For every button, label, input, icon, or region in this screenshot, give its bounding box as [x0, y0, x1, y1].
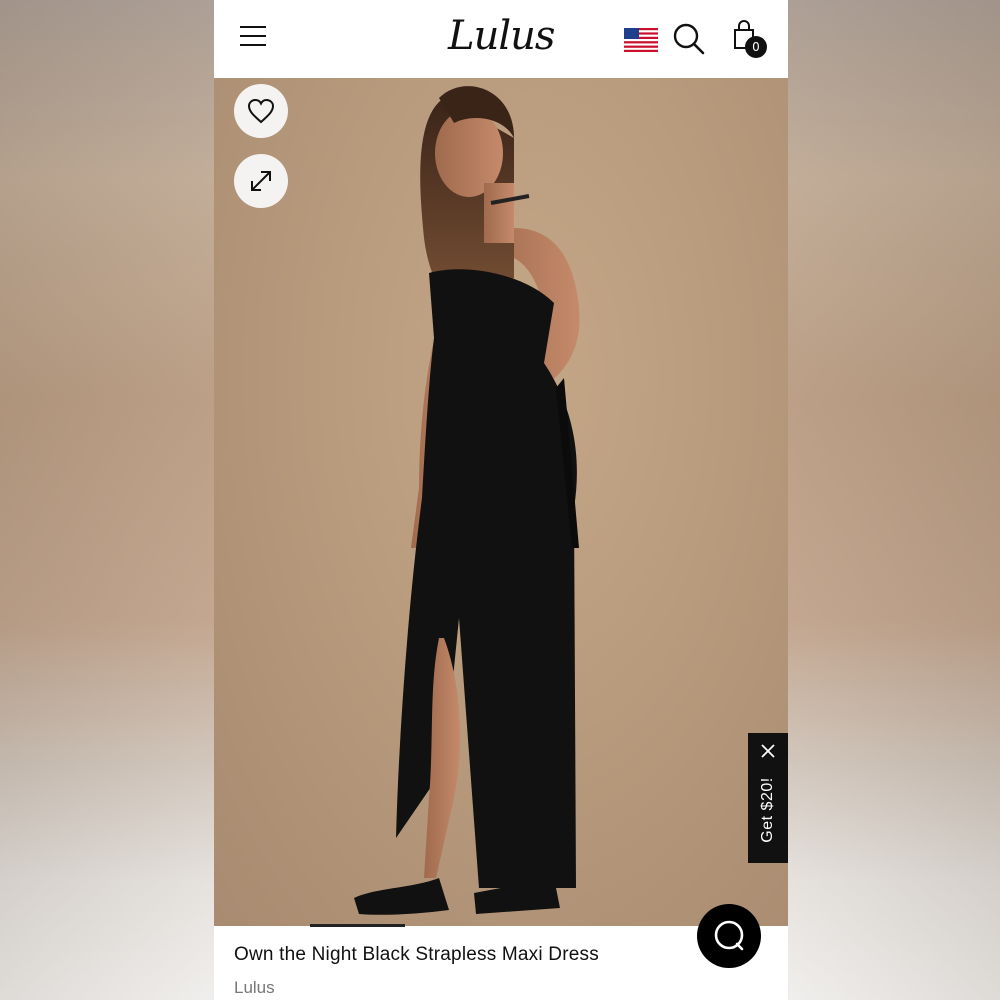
backdrop-left — [0, 0, 214, 1000]
cart-count-badge: 0 — [745, 36, 767, 58]
promo-label: Get $20! — [759, 777, 776, 843]
product-image-gallery[interactable]: Get $20! — [214, 78, 788, 926]
top-nav-bar: Lulus 0 — [214, 0, 788, 78]
product-photo — [354, 86, 580, 915]
us-flag-icon[interactable] — [624, 28, 658, 52]
gallery-slide-indicator — [310, 924, 405, 927]
promo-tab[interactable]: Get $20! — [748, 733, 788, 863]
hamburger-menu-icon[interactable] — [240, 26, 266, 48]
product-brand[interactable]: Lulus — [234, 978, 275, 998]
expand-icon — [251, 171, 271, 191]
expand-image-button[interactable] — [234, 154, 288, 208]
site-logo[interactable]: Lulus — [448, 10, 555, 62]
close-icon[interactable] — [760, 743, 776, 759]
product-title: Own the Night Black Strapless Maxi Dress — [234, 944, 599, 965]
backdrop-right — [788, 0, 1000, 1000]
phone-screen: Lulus 0 Get $20! Own the Night Black Str… — [214, 0, 788, 1000]
heart-icon — [247, 98, 275, 124]
chat-bubble-icon — [714, 920, 744, 951]
chat-button[interactable] — [697, 904, 761, 968]
add-to-wishlist-button[interactable] — [234, 84, 288, 138]
search-icon[interactable] — [672, 22, 706, 56]
